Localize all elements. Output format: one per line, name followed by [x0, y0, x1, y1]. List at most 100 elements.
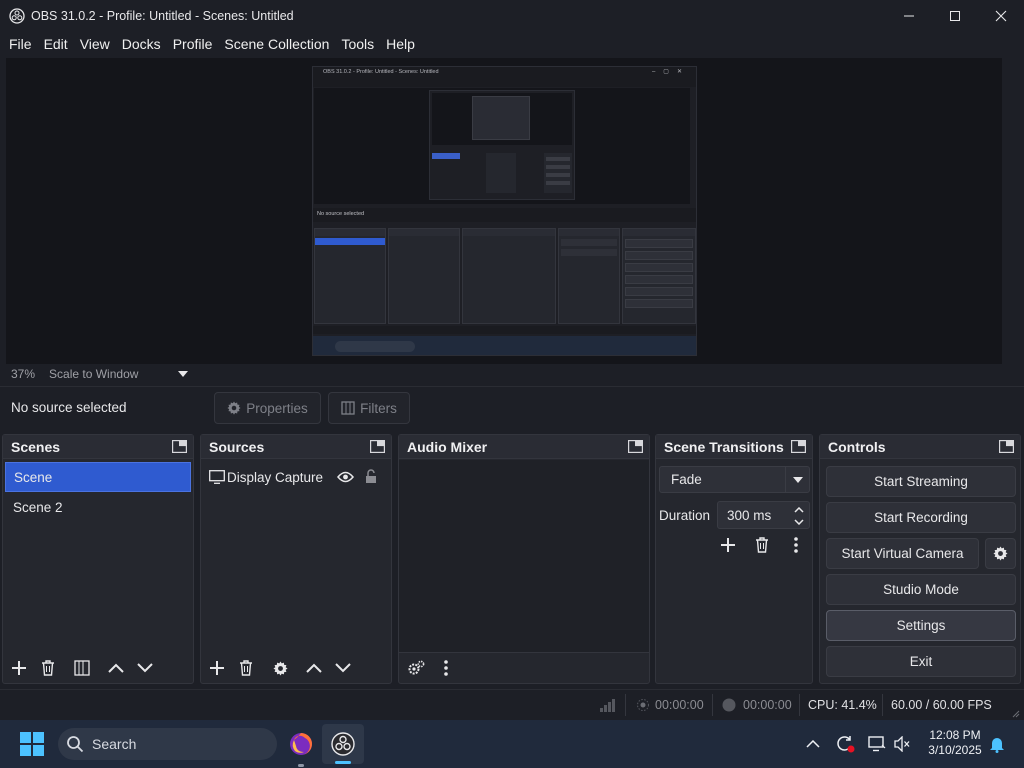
- close-button[interactable]: [978, 0, 1024, 32]
- undock-icon[interactable]: [628, 440, 643, 453]
- scene-transitions-dock: Scene Transitions Fade Duration 300 ms: [655, 434, 813, 684]
- plus-icon: [210, 661, 224, 675]
- title-bar: OBS 31.0.2 - Profile: Untitled - Scenes:…: [0, 0, 1024, 32]
- settings-button[interactable]: Settings: [826, 610, 1016, 641]
- audio-menu-button[interactable]: [433, 655, 459, 681]
- menu-docks[interactable]: Docks: [116, 32, 167, 56]
- sources-footer: [201, 653, 391, 683]
- preview-canvas[interactable]: OBS 31.0.2 - Profile: Untitled - Scenes:…: [6, 58, 1002, 364]
- menu-profile[interactable]: Profile: [167, 32, 219, 56]
- undock-icon[interactable]: [370, 440, 385, 453]
- source-status: No source selected: [11, 400, 127, 415]
- scene-list-item[interactable]: Scene 2: [5, 492, 191, 522]
- source-name: Display Capture: [227, 469, 324, 485]
- move-source-up-button[interactable]: [301, 655, 327, 681]
- studio-mode-button[interactable]: Studio Mode: [826, 574, 1016, 605]
- add-source-button[interactable]: [204, 655, 230, 681]
- virtual-camera-settings-button[interactable]: [985, 538, 1016, 569]
- start-virtual-camera-button[interactable]: Start Virtual Camera: [826, 538, 979, 569]
- scene-list-item[interactable]: Scene: [5, 462, 191, 492]
- menu-view[interactable]: View: [74, 32, 116, 56]
- kebab-menu-icon: [444, 660, 448, 676]
- nested-dock-scenes: [314, 228, 386, 324]
- scene-filters-button[interactable]: [69, 655, 95, 681]
- scenes-dock-header: Scenes: [3, 435, 193, 459]
- menu-edit[interactable]: Edit: [38, 32, 74, 56]
- menu-scene-collection[interactable]: Scene Collection: [218, 32, 335, 56]
- scenes-footer: [3, 653, 193, 683]
- duration-spinbox[interactable]: 300 ms: [717, 501, 810, 529]
- properties-button[interactable]: Properties: [214, 392, 321, 424]
- plus-icon: [721, 538, 735, 552]
- notification-bell-icon[interactable]: [989, 735, 1005, 753]
- spin-up-icon[interactable]: [794, 507, 804, 513]
- scale-mode-label[interactable]: Scale to Window: [49, 367, 138, 381]
- cpu-value: CPU: 41.4%: [808, 698, 877, 712]
- add-scene-button[interactable]: [6, 655, 32, 681]
- obs-taskbar-button[interactable]: [322, 724, 364, 764]
- transition-dropdown-arrow: [785, 467, 809, 492]
- remove-source-button[interactable]: [233, 655, 259, 681]
- scale-dropdown-icon[interactable]: [178, 371, 189, 377]
- sources-dock: Sources Display Capture: [200, 434, 392, 684]
- gear-icon: [272, 660, 288, 676]
- filters-button[interactable]: Filters: [328, 392, 410, 424]
- preview-scrollbar[interactable]: [1002, 58, 1022, 364]
- maximize-button[interactable]: [932, 0, 978, 32]
- volume-muted-icon[interactable]: [894, 736, 910, 752]
- add-transition-button[interactable]: [716, 533, 740, 557]
- exit-button[interactable]: Exit: [826, 646, 1016, 677]
- display-icon[interactable]: [868, 736, 886, 752]
- menu-tools[interactable]: Tools: [335, 32, 380, 56]
- windows-start-icon[interactable]: [20, 732, 44, 756]
- menu-file[interactable]: File: [3, 32, 38, 56]
- start-streaming-button[interactable]: Start Streaming: [826, 466, 1016, 497]
- status-bar: 00:00:00 00:00:00 CPU: 41.4% 60.00 / 60.…: [0, 689, 1024, 719]
- eye-icon[interactable]: [337, 471, 354, 483]
- minimize-icon: [904, 15, 914, 17]
- controls-dock-title: Controls: [828, 438, 886, 455]
- start-recording-button[interactable]: Start Recording: [826, 502, 1016, 533]
- scenes-list: Scene Scene 2: [3, 460, 193, 683]
- spin-down-icon[interactable]: [794, 519, 804, 525]
- chevron-down-icon: [137, 663, 153, 673]
- transition-menu-button[interactable]: [784, 533, 808, 557]
- sources-list: Display Capture: [201, 460, 391, 683]
- undock-icon[interactable]: [999, 440, 1014, 453]
- taskbar-search[interactable]: Search: [58, 728, 277, 760]
- record-time: 00:00:00: [743, 698, 792, 712]
- stream-status-icon: [637, 699, 649, 711]
- move-source-down-button[interactable]: [330, 655, 356, 681]
- audio-advanced-button[interactable]: [403, 655, 429, 681]
- move-scene-down-button[interactable]: [132, 655, 158, 681]
- window-title: OBS 31.0.2 - Profile: Untitled - Scenes:…: [31, 9, 294, 23]
- nested-dock-audio: [462, 228, 556, 324]
- remove-transition-button[interactable]: [750, 533, 774, 557]
- menu-help[interactable]: Help: [380, 32, 421, 56]
- minimize-button[interactable]: [886, 0, 932, 32]
- fps-value: 60.00 / 60.00 FPS: [891, 698, 992, 712]
- taskbar-clock[interactable]: 12:08 PM 3/10/2025: [918, 728, 992, 758]
- source-properties-button[interactable]: [267, 655, 293, 681]
- gear-icon: [993, 546, 1008, 561]
- kebab-menu-icon: [794, 537, 798, 553]
- nested-preview: [314, 88, 690, 204]
- resize-grip-icon[interactable]: [1012, 710, 1020, 718]
- transition-select[interactable]: Fade: [659, 466, 810, 493]
- nested-taskbar: [313, 336, 696, 355]
- nested-no-source: No source selected: [317, 211, 365, 217]
- firefox-icon[interactable]: [289, 732, 313, 756]
- sync-alert-icon[interactable]: [835, 735, 855, 753]
- transition-selected: Fade: [671, 472, 702, 487]
- controls-dock-header: Controls: [820, 435, 1020, 459]
- cpu-usage: CPU: 41.4%: [808, 690, 877, 720]
- source-list-item[interactable]: Display Capture: [201, 462, 391, 492]
- undock-icon[interactable]: [791, 440, 806, 453]
- chevron-up-icon[interactable]: [806, 740, 820, 748]
- obs-taskbar-icon: [331, 732, 355, 756]
- move-scene-up-button[interactable]: [103, 655, 129, 681]
- remove-scene-button[interactable]: [35, 655, 61, 681]
- unlocked-icon[interactable]: [365, 469, 377, 484]
- undock-icon[interactable]: [172, 440, 187, 453]
- stream-status: 00:00:00: [637, 690, 704, 720]
